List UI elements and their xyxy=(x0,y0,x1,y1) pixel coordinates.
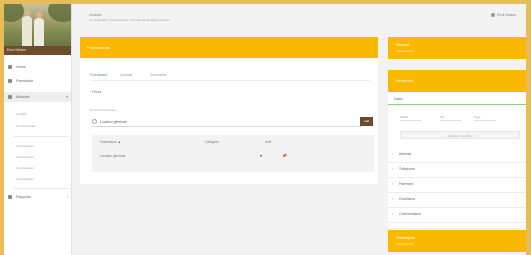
user-menu[interactable]: Erick Nelson xyxy=(490,13,516,18)
page-subtitle: Commerciales / Fournisseurs / Contrats d… xyxy=(89,18,170,22)
accordion-label: Commentaires xyxy=(399,212,422,216)
filter-toggle[interactable]: › Filtres xyxy=(90,90,101,94)
table-header[interactable]: Catégorie xyxy=(205,140,219,144)
sidebar-item-label: Rapports xyxy=(16,195,31,199)
dropdown-icon[interactable]: ▾ xyxy=(260,153,262,158)
chevron-right-icon: › xyxy=(392,182,394,186)
main-card: Fournisseurs Fournisseur Contrats Docume… xyxy=(80,37,378,184)
sidebar-user-name[interactable]: Erick Nelson xyxy=(4,46,71,55)
accordion-label: Téléphone xyxy=(399,167,416,171)
supplier-name-input[interactable] xyxy=(92,117,362,127)
accordion-item[interactable]: › Commentaires xyxy=(388,208,526,223)
panel-title: Recherche xyxy=(396,79,414,83)
add-button[interactable]: Add xyxy=(360,117,373,126)
filter-label: Filtres xyxy=(92,90,102,94)
sidebar-item-label: Home xyxy=(16,65,26,69)
sidebar-subitem[interactable]: Fournisseurs xyxy=(16,164,66,172)
sidebar-subitem[interactable]: Fournisseurs xyxy=(16,142,66,150)
table-header[interactable]: Actif xyxy=(265,140,271,144)
sidebar-subitem[interactable]: Fournisseurs xyxy=(16,175,66,183)
chart-icon xyxy=(8,195,12,199)
stats-subtitle: Fournisseurs xyxy=(396,242,414,246)
document-icon xyxy=(8,79,12,83)
chevron-right-icon: › xyxy=(392,197,394,201)
tab-documents[interactable]: Documents xyxy=(150,71,167,80)
summary-subtitle: Fournisseurs xyxy=(396,49,414,53)
grid-icon xyxy=(8,95,12,99)
user-menu-label: Erick Nelson xyxy=(496,13,516,17)
chevron-right-icon: › xyxy=(392,167,394,171)
sidebar-item-formulaire[interactable]: Formulaire xyxy=(4,76,71,86)
summary-card: Résumé Fournisseurs xyxy=(388,37,526,59)
table-header-label: Fournisseur xyxy=(100,140,117,144)
profile-photo xyxy=(4,4,71,46)
sidebar-item-label: Formulaire xyxy=(16,79,34,83)
sidebar-item-rapports[interactable]: Rapports › xyxy=(4,192,71,202)
table-header[interactable]: Fournisseur ▲ xyxy=(100,140,121,144)
stats-card: Statistiques Fournisseurs xyxy=(388,230,526,252)
accordion-item[interactable]: › Adresse xyxy=(388,148,526,163)
table-cell: Location générale xyxy=(100,154,126,158)
chevron-right-icon: › xyxy=(392,152,394,156)
type-field[interactable]: Type xyxy=(474,115,496,121)
accordion-label: Adresse xyxy=(399,152,412,156)
apply-filters-button[interactable]: Appliquer les filtres xyxy=(400,131,520,139)
accordion-item[interactable]: › Téléphone xyxy=(388,163,526,178)
avatar xyxy=(490,13,495,18)
section-label: Dates xyxy=(394,97,403,101)
sidebar-subitem[interactable]: Commerciales xyxy=(16,122,66,130)
supplier-table: Fournisseur ▲ Catégorie Actif Location g… xyxy=(92,135,374,172)
chevron-right-icon: › xyxy=(392,212,394,216)
stats-title: Statistiques xyxy=(396,236,415,240)
sidebar-subitem[interactable]: Locatifs xyxy=(16,110,66,118)
divider xyxy=(14,136,68,137)
table-row[interactable]: Location générale ▾ 📌 xyxy=(92,150,374,164)
home-icon xyxy=(8,65,12,69)
panel-header: Recherche xyxy=(388,70,526,92)
sidebar-item-label: Modules xyxy=(16,95,30,99)
sidebar-subitem[interactable]: Fournisseurs xyxy=(16,153,66,161)
accordion-item[interactable]: › Conditions xyxy=(388,193,526,208)
breadcrumb[interactable]: Modules xyxy=(89,13,102,17)
sidebar-item-modules[interactable]: Modules ▾ xyxy=(4,92,71,102)
card-header: Fournisseurs xyxy=(80,37,378,58)
search-panel: Recherche Dates Début Fin Type Appliquer… xyxy=(388,70,526,228)
chevron-down-icon: ▾ xyxy=(65,94,68,99)
accordion-label: Paiement xyxy=(399,182,414,186)
tab-contrats[interactable]: Contrats xyxy=(120,71,132,80)
card-title: Fournisseurs xyxy=(87,45,111,50)
start-date-field[interactable]: Début xyxy=(400,115,422,121)
accordion-label: Conditions xyxy=(399,197,416,201)
accordion-item[interactable]: › Paiement xyxy=(388,178,526,193)
tab-underline xyxy=(90,80,370,81)
end-date-field[interactable]: Fin xyxy=(440,115,462,121)
pin-icon[interactable]: 📌 xyxy=(282,153,287,158)
divider xyxy=(14,188,68,189)
section-dates[interactable]: Dates xyxy=(388,94,526,105)
sort-icon: ▲ xyxy=(116,140,121,144)
chevron-right-icon: › xyxy=(66,194,68,199)
app-frame: Erick Nelson Home Formulaire Modules ▾ L… xyxy=(4,4,526,255)
summary-title: Résumé xyxy=(396,43,410,47)
top-bar: Modules Commerciales / Fournisseurs / Co… xyxy=(72,4,526,32)
sidebar-item-home[interactable]: Home xyxy=(4,62,71,72)
field-label: Nom du fournisseur xyxy=(90,108,117,112)
sidebar: Erick Nelson Home Formulaire Modules ▾ L… xyxy=(4,4,72,255)
